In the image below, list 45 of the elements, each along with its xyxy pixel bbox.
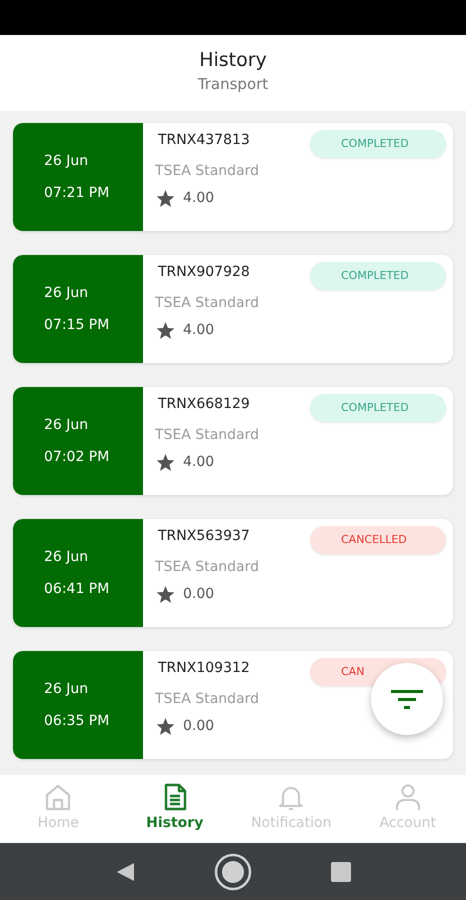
date-text: 26 Jun: [44, 284, 90, 303]
time-text: 07:02 PM: [44, 448, 110, 467]
page-subtitle: Transport: [198, 74, 268, 95]
star-icon: [156, 718, 175, 736]
star-icon: [156, 190, 175, 208]
status-badge: CANCELLED: [310, 526, 446, 554]
star-icon: [156, 322, 175, 340]
date-text: 26 Jun: [44, 548, 90, 567]
service-name: TSEA Standard: [155, 690, 260, 709]
rating-value: 4.00: [183, 189, 214, 208]
rating-value: 0.00: [183, 585, 214, 604]
status-badge: COMPLETED: [310, 130, 446, 158]
time-text: 06:35 PM: [44, 712, 110, 731]
transaction-card[interactable]: 26 Jun 06:41 PM TRNX563937 TSEA Standard 0.00 CANCELLED: [13, 519, 453, 627]
star-icon: [156, 586, 175, 604]
time-text: 07:15 PM: [44, 316, 110, 335]
star-icon: [156, 454, 175, 472]
transaction-card[interactable]: 26 Jun 07:21 PM TRNX437813 TSEA Standard 4.00 COMPLETED: [13, 123, 453, 231]
date-text: 26 Jun: [44, 152, 90, 171]
service-name: TSEA Standard: [155, 426, 260, 445]
transaction-id: TRNX437813: [158, 131, 250, 150]
status-badge: COMPLETED: [310, 262, 446, 290]
rating-value: 4.00: [183, 321, 214, 340]
service-name: TSEA Standard: [155, 558, 260, 577]
date-text: 26 Jun: [44, 680, 90, 699]
transaction-card[interactable]: 26 Jun 07:02 PM TRNX668129 TSEA Standard 4.00 COMPLETED: [13, 387, 453, 495]
page-title: History: [199, 48, 267, 73]
transaction-id: TRNX563937: [158, 527, 250, 546]
transaction-id: TRNX907928: [158, 263, 250, 282]
status-badge: COMPLETED: [310, 394, 446, 422]
nav-tab[interactable]: History: [116, 775, 233, 843]
time-text: 07:21 PM: [44, 184, 110, 203]
service-name: TSEA Standard: [155, 294, 260, 313]
transaction-id: TRNX109312: [158, 659, 250, 678]
transaction-id: TRNX668129: [158, 395, 250, 414]
home-button-icon[interactable]: [214, 852, 252, 890]
rating-value: 0.00: [183, 717, 214, 736]
rating-value: 4.00: [183, 453, 214, 472]
time-text: 06:41 PM: [44, 580, 110, 599]
transaction-card[interactable]: 26 Jun 06:35 PM TRNX109312 TSEA Standard 0.00 CAN: [13, 651, 453, 759]
transaction-card[interactable]: 26 Jun 07:15 PM TRNX907928 TSEA Standard 4.00 COMPLETED: [13, 255, 453, 363]
recents-icon[interactable]: [330, 860, 352, 882]
date-text: 26 Jun: [44, 416, 90, 435]
filter-icon: [391, 688, 423, 710]
service-name: TSEA Standard: [155, 162, 260, 181]
